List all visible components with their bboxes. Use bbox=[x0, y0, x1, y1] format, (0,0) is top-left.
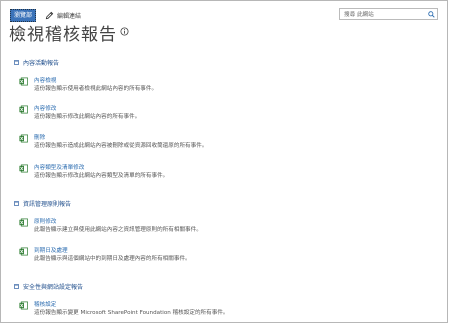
info-icon[interactable] bbox=[120, 27, 129, 36]
excel-report-icon bbox=[19, 301, 28, 310]
collapse-icon[interactable]: − bbox=[14, 60, 19, 65]
report-description: 這份報告顯示修改此網站內容的所有事件。 bbox=[34, 114, 141, 120]
excel-report-icon bbox=[19, 77, 28, 86]
section-content-activity[interactable]: − 內容活動報告 bbox=[14, 58, 59, 67]
search-icon[interactable] bbox=[425, 9, 437, 19]
collapse-icon[interactable]: − bbox=[14, 201, 19, 206]
report-description: 此報告顯示建立與使用此網站內容之資訊管理原則的所有相關事件。 bbox=[34, 227, 202, 233]
report-description: 這份報告顯示修改此網站內容類型及清單的所有事件。 bbox=[34, 173, 169, 179]
search-input[interactable]: 搜尋 此網站 bbox=[344, 10, 425, 18]
report-link[interactable]: 刪除 bbox=[34, 133, 45, 141]
report-description: 這份報告顯示變更 Microsoft SharePoint Foundation… bbox=[34, 310, 229, 316]
excel-report-icon bbox=[19, 164, 28, 173]
report-link[interactable]: 內容修改 bbox=[34, 104, 56, 112]
report-link[interactable]: 稽核設定 bbox=[34, 300, 56, 308]
excel-report-icon bbox=[19, 247, 28, 256]
section-title: 安全性與網站設定報告 bbox=[23, 284, 84, 291]
report-link[interactable]: 到期日及處理 bbox=[34, 246, 68, 254]
report-link[interactable]: 原則修改 bbox=[34, 217, 56, 225]
report-description: 此報告顯示與這個網站中的到期日及處理內容的所有相關事件。 bbox=[34, 256, 191, 262]
section-title: 資訊管理原則報告 bbox=[23, 201, 72, 208]
excel-report-icon bbox=[19, 134, 28, 143]
pencil-icon bbox=[45, 11, 54, 19]
report-description: 這份報告顯示使用者檢視此網站內容的所有事件。 bbox=[34, 86, 158, 92]
page-frame bbox=[0, 0, 448, 323]
report-description: 這份報告顯示造成此網站內容被刪除或從資源回收筒還原的所有事件。 bbox=[34, 143, 208, 149]
search-box[interactable]: 搜尋 此網站 bbox=[339, 8, 438, 20]
edit-links-label: 編輯連結 bbox=[57, 12, 82, 20]
excel-report-icon bbox=[19, 218, 28, 227]
section-security-settings[interactable]: − 安全性與網站設定報告 bbox=[14, 282, 83, 291]
page-title: 檢視稽核報告 bbox=[9, 25, 117, 45]
edit-links-button[interactable]: 編輯連結 bbox=[45, 11, 81, 20]
excel-report-icon bbox=[19, 105, 28, 114]
collapse-icon[interactable]: − bbox=[14, 284, 19, 289]
section-information-management[interactable]: − 資訊管理原則報告 bbox=[14, 199, 71, 208]
section-title: 內容活動報告 bbox=[23, 60, 60, 67]
report-link[interactable]: 內容類型及清單修改 bbox=[34, 163, 84, 171]
report-link[interactable]: 內容檢視 bbox=[34, 76, 56, 84]
